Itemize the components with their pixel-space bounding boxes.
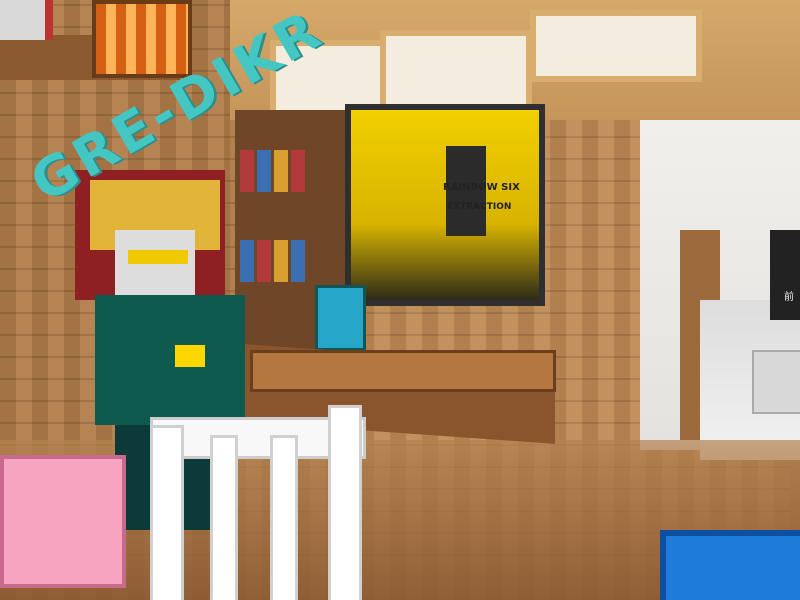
book	[274, 150, 288, 192]
tv	[770, 230, 800, 320]
ceiling-light-panel	[530, 10, 702, 82]
poster-brand: RAINBOW SIX	[443, 182, 520, 193]
book	[274, 240, 288, 282]
figurine	[315, 285, 366, 351]
book	[291, 150, 305, 192]
book	[257, 240, 271, 282]
tv-text: 前	[784, 292, 794, 303]
desk-top	[250, 350, 556, 392]
chair-post	[270, 435, 298, 600]
character-eyes	[128, 250, 188, 264]
poster-art: RAINBOW SIX EXTRACTION	[351, 110, 539, 300]
appliance	[752, 350, 800, 414]
book	[240, 150, 254, 192]
chair-post	[150, 425, 184, 600]
blue-block	[660, 530, 800, 600]
white-chair	[150, 395, 366, 600]
book	[291, 240, 305, 282]
book	[257, 150, 271, 192]
redstone-lamp	[92, 0, 192, 78]
chair-post	[210, 435, 238, 600]
chair-post	[328, 405, 362, 600]
pink-block	[0, 455, 126, 588]
game-scene: 前 RAINBOW SIX EXTRACTION GRE-DIKR	[0, 0, 800, 600]
character-badge	[175, 345, 205, 367]
game-poster: RAINBOW SIX EXTRACTION	[345, 104, 545, 306]
red-item	[0, 0, 53, 40]
poster-title: EXTRACTION	[447, 202, 512, 212]
ceiling-light-panel	[380, 30, 532, 112]
book	[240, 240, 254, 282]
